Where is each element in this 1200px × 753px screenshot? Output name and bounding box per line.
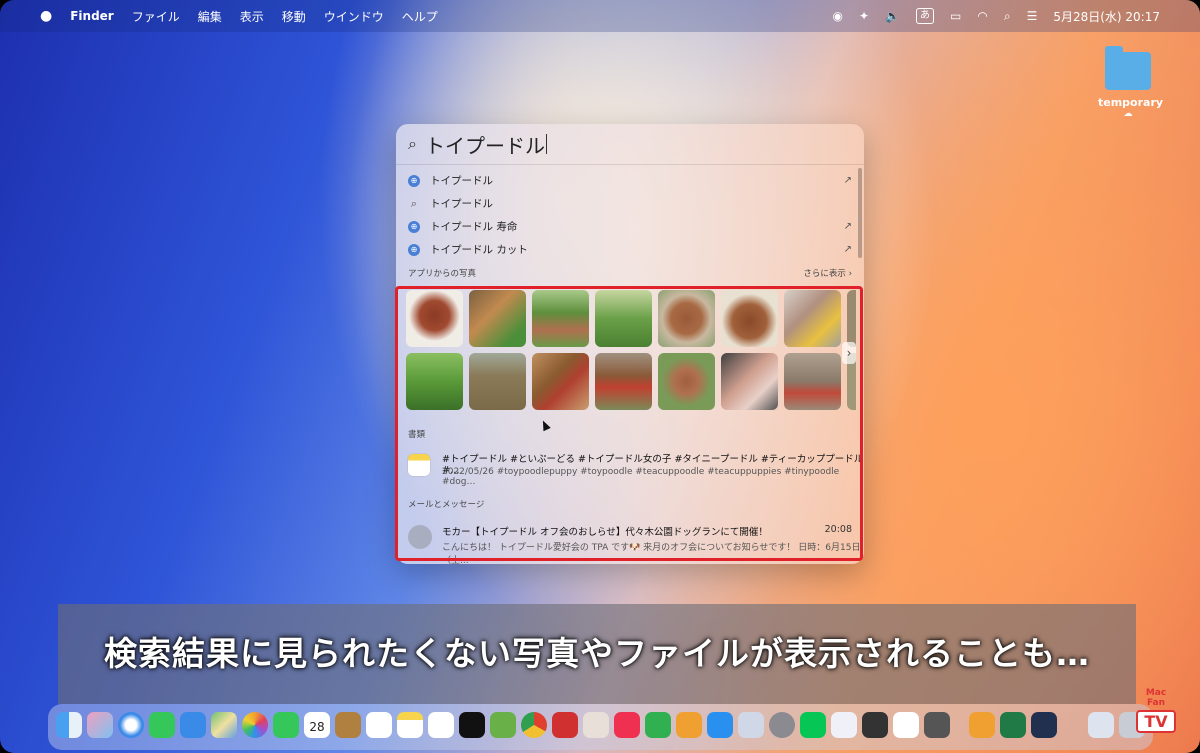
- logo-tv: TV: [1136, 710, 1176, 733]
- battery-icon[interactable]: ▭: [950, 9, 961, 23]
- suggestion-row[interactable]: ⌕ トイプードル: [396, 192, 864, 215]
- numbers-icon[interactable]: [490, 712, 516, 738]
- app-icon[interactable]: [335, 712, 361, 738]
- suggestion-label: トイプードル 寿命: [430, 221, 518, 233]
- maps-icon[interactable]: [211, 712, 237, 738]
- menu-edit[interactable]: 編集: [198, 8, 222, 25]
- control-center-icon[interactable]: ☰: [1027, 9, 1038, 23]
- iphone-mirroring-icon[interactable]: [862, 712, 888, 738]
- app-icon[interactable]: [969, 712, 995, 738]
- arrow-up-right-icon: ↗: [843, 175, 852, 186]
- scrollbar[interactable]: [858, 168, 862, 258]
- calculator-icon[interactable]: [924, 712, 950, 738]
- facetime-icon[interactable]: [273, 712, 299, 738]
- mail-icon[interactable]: [180, 712, 206, 738]
- safari-icon[interactable]: [118, 712, 144, 738]
- folder-label: temporary: [1098, 96, 1164, 109]
- menu-help[interactable]: ヘルプ: [402, 8, 438, 25]
- notes-icon[interactable]: [397, 712, 423, 738]
- wifi-icon[interactable]: ◠: [977, 9, 987, 23]
- app-store-icon[interactable]: [707, 712, 733, 738]
- menu-view[interactable]: 表示: [240, 8, 264, 25]
- arrow-up-right-icon: ↗: [843, 221, 852, 232]
- suggestion-row[interactable]: ⊕ トイプードル 寿命 ↗: [396, 215, 864, 238]
- photos-section-title: アプリからの写真: [408, 269, 477, 279]
- spotlight-search-bar[interactable]: ⌕ トイプードル: [396, 124, 864, 165]
- search-icon: ⌕: [408, 134, 417, 153]
- menu-bar: ● Finder ファイル 編集 表示 移動 ウインドウ ヘルプ ◉ ✦ 🔈 あ…: [0, 0, 1200, 32]
- desktop: ● Finder ファイル 編集 表示 移動 ウインドウ ヘルプ ◉ ✦ 🔈 あ…: [0, 0, 1200, 753]
- volume-icon[interactable]: 🔈: [885, 9, 900, 23]
- channel-logo: Mac Fan TV: [1136, 688, 1176, 733]
- finder-icon[interactable]: [56, 712, 82, 738]
- excel-icon[interactable]: [1000, 712, 1026, 738]
- apple-logo-icon[interactable]: ●: [40, 8, 52, 24]
- spotlight-search-input[interactable]: トイプードル: [425, 130, 545, 159]
- suggestion-row[interactable]: ⊕ トイプードル カット ↗: [396, 238, 864, 261]
- menu-finder[interactable]: Finder: [70, 9, 114, 23]
- messages-icon[interactable]: [149, 712, 175, 738]
- downloads-icon[interactable]: [1088, 712, 1114, 738]
- app-icon[interactable]: [738, 712, 764, 738]
- search-icon[interactable]: ⌕: [1004, 9, 1011, 24]
- apple-tv-icon[interactable]: [459, 712, 485, 738]
- chrome-icon[interactable]: [521, 712, 547, 738]
- logo-text: Mac Fan: [1145, 688, 1167, 708]
- line-icon[interactable]: [800, 712, 826, 738]
- safari-icon: ⊕: [408, 243, 420, 256]
- music-icon[interactable]: [614, 712, 640, 738]
- menu-go[interactable]: 移動: [282, 8, 306, 25]
- record-icon[interactable]: ◉: [833, 9, 843, 23]
- suggestion-label: トイプードル: [430, 198, 493, 210]
- app-icon[interactable]: [831, 712, 857, 738]
- calendar-icon[interactable]: 28: [304, 712, 330, 738]
- menu-file[interactable]: ファイル: [132, 8, 180, 25]
- calendar-day: 28: [309, 720, 325, 734]
- chatgpt-icon[interactable]: [893, 712, 919, 738]
- video-caption: 検索結果に見られたくない写真やファイルが表示されることも…: [58, 604, 1136, 704]
- pages-icon[interactable]: [676, 712, 702, 738]
- menubar-clock[interactable]: 5月28日(水) 20:17: [1053, 8, 1160, 25]
- desktop-folder[interactable]: temporary ☁: [1098, 46, 1164, 119]
- launchpad-icon[interactable]: [87, 712, 113, 738]
- app-icon[interactable]: [552, 712, 578, 738]
- suggestion-label: トイプードル: [430, 175, 493, 187]
- folder-icon: [1105, 46, 1151, 90]
- dock: 28: [48, 704, 1153, 750]
- icloud-icon: ☁: [1123, 109, 1133, 119]
- numbers-icon[interactable]: [645, 712, 671, 738]
- text-cursor: [545, 134, 547, 154]
- arrow-up-right-icon: ↗: [843, 244, 852, 255]
- input-mode-indicator[interactable]: あ: [916, 8, 934, 24]
- dropbox-icon[interactable]: ✦: [859, 9, 869, 23]
- suggestion-label: トイプードル カット: [430, 244, 528, 256]
- app-icon[interactable]: [1031, 712, 1057, 738]
- safari-icon: ⊕: [408, 174, 420, 187]
- search-icon: ⌕: [410, 196, 418, 210]
- app-icon[interactable]: [583, 712, 609, 738]
- photos-section-header: アプリからの写真 さらに表示 ›: [396, 267, 864, 281]
- show-more-link[interactable]: さらに表示 ›: [803, 267, 852, 281]
- reminders-icon[interactable]: [366, 712, 392, 738]
- system-settings-icon[interactable]: [769, 712, 795, 738]
- freeform-icon[interactable]: [428, 712, 454, 738]
- safari-icon: ⊕: [408, 220, 420, 233]
- highlight-box: [395, 286, 863, 561]
- photos-icon[interactable]: [242, 712, 268, 738]
- suggestion-row[interactable]: ⊕ トイプードル ↗: [396, 169, 864, 192]
- menu-window[interactable]: ウインドウ: [324, 8, 384, 25]
